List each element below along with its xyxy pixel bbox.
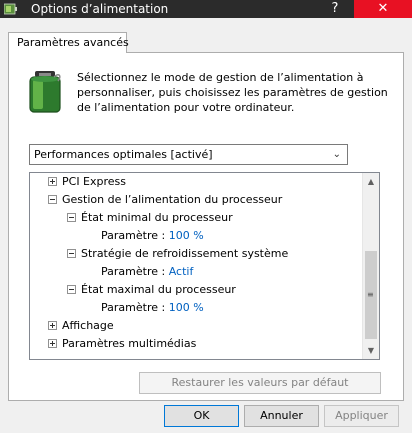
setting-value[interactable]: 100 % — [169, 229, 204, 242]
tree-item-setting[interactable]: Paramètre : Actif — [101, 263, 193, 281]
tree-item-processor-power-management[interactable]: Gestion de l’alimentation du processeur — [48, 191, 282, 209]
collapse-icon[interactable] — [67, 212, 76, 222]
tab-panel: Sélectionnez le mode de gestion de l’ali… — [8, 52, 404, 401]
power-plan-dropdown[interactable]: Performances optimales [activé] ⌄ — [29, 144, 348, 165]
setting-label: Paramètre : — [101, 229, 166, 242]
scroll-down-arrow-icon[interactable]: ▼ — [363, 342, 379, 359]
tree-item-display[interactable]: Affichage — [48, 317, 114, 335]
power-options-icon — [4, 3, 17, 15]
expand-icon[interactable] — [48, 320, 57, 330]
tree-item-max-processor-state[interactable]: État maximal du processeur — [67, 281, 236, 299]
dialog-client-area: Paramètres avancés Sélectionnez le mode … — [0, 18, 412, 433]
apply-button[interactable]: Appliquer — [324, 405, 399, 427]
vertical-scrollbar[interactable]: ▲ ≡ ▼ — [362, 173, 379, 359]
title-bar: Options d’alimentation ? ✕ — [0, 0, 412, 18]
expand-icon[interactable] — [48, 176, 57, 186]
tree-item-label: État minimal du processeur — [81, 211, 233, 224]
window-title: Options d’alimentation — [31, 2, 169, 16]
tree-item-pci-express[interactable]: PCI Express — [48, 173, 126, 191]
close-button[interactable]: ✕ — [354, 0, 412, 18]
tree-item-setting[interactable]: Paramètre : 100 % — [101, 227, 204, 245]
battery-icon — [29, 71, 61, 113]
tree-item-min-processor-state[interactable]: État minimal du processeur — [67, 209, 233, 227]
power-plan-value: Performances optimales [activé] — [34, 148, 213, 161]
scroll-up-arrow-icon[interactable]: ▲ — [363, 173, 379, 190]
tree-item-label: PCI Express — [62, 175, 127, 188]
tree-item-label: Gestion de l’alimentation du processeur — [62, 193, 283, 206]
restore-defaults-button[interactable]: Restaurer les valeurs par défaut — [139, 372, 381, 394]
scrollbar-thumb[interactable]: ≡ — [365, 251, 377, 339]
collapse-icon[interactable] — [48, 194, 57, 204]
setting-value[interactable]: 100 % — [169, 301, 204, 314]
tree-item-label: Paramètres multimédias — [62, 337, 197, 350]
cancel-button[interactable]: Annuler — [244, 405, 319, 427]
ok-button[interactable]: OK — [164, 405, 239, 427]
tree-item-label: Affichage — [62, 319, 114, 332]
expand-icon[interactable] — [48, 338, 57, 348]
tab-advanced-settings[interactable]: Paramètres avancés — [8, 32, 129, 53]
help-button[interactable]: ? — [316, 0, 354, 18]
settings-tree[interactable]: PCI Express Gestion de l’alimentation du… — [29, 172, 380, 360]
tree-item-multimedia-settings[interactable]: Paramètres multimédias — [48, 335, 196, 353]
setting-label: Paramètre : — [101, 301, 166, 314]
collapse-icon[interactable] — [67, 248, 76, 258]
tree-item-setting[interactable]: Paramètre : 100 % — [101, 299, 204, 317]
collapse-icon[interactable] — [67, 284, 76, 294]
tree-item-label: État maximal du processeur — [81, 283, 236, 296]
setting-label: Paramètre : — [101, 265, 166, 278]
setting-value[interactable]: Actif — [169, 265, 194, 278]
chevron-down-icon: ⌄ — [332, 149, 341, 160]
intro-text: Sélectionnez le mode de gestion de l’ali… — [77, 71, 388, 114]
tree-item-system-cooling-policy[interactable]: Stratégie de refroidissement système — [67, 245, 288, 263]
tree-item-label: Stratégie de refroidissement système — [81, 247, 289, 260]
grip-icon: ≡ — [367, 290, 374, 299]
